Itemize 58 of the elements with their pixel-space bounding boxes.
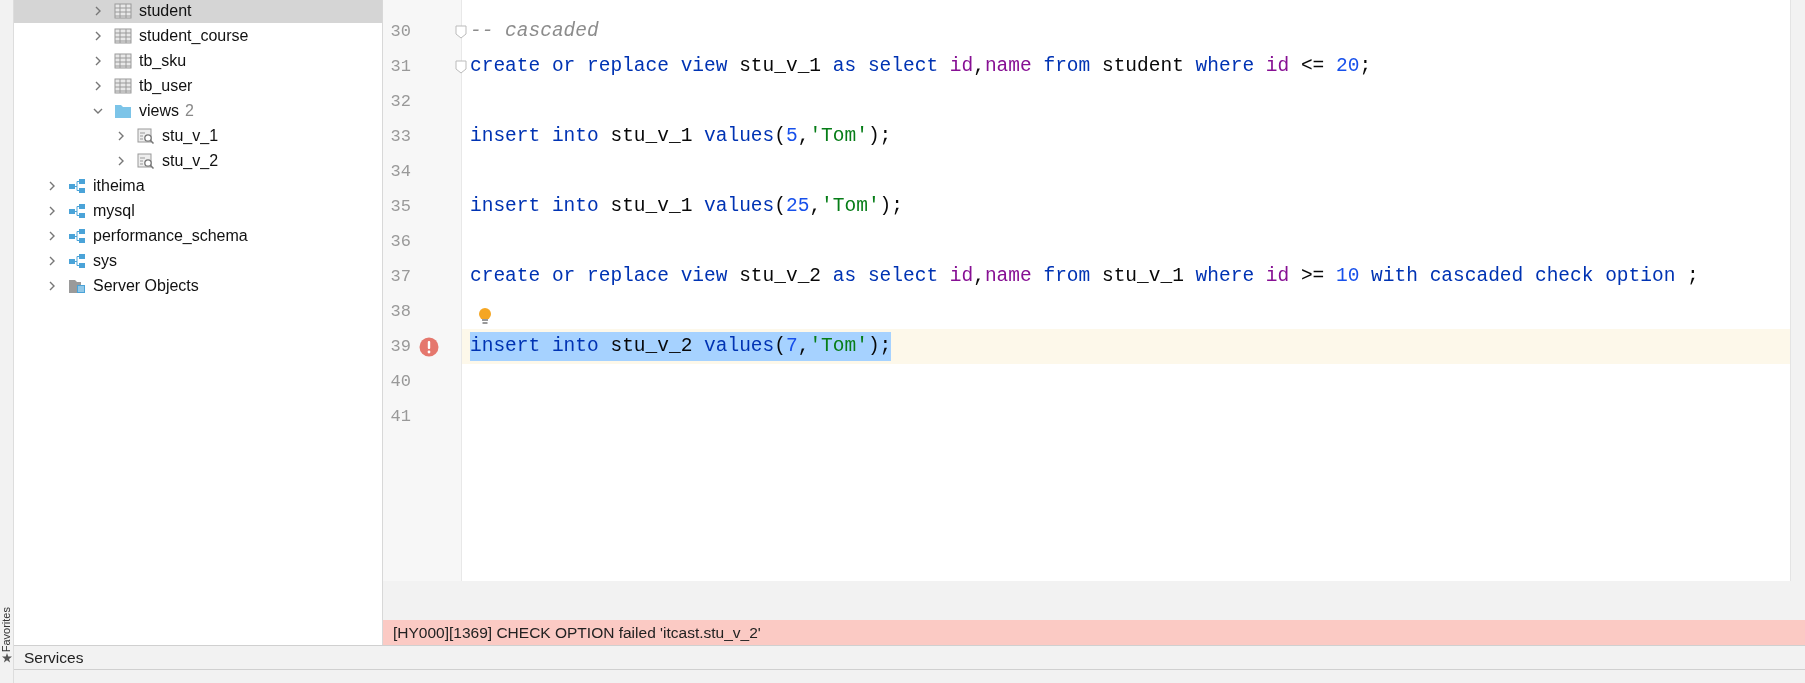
tree-item[interactable]: stu_v_1 <box>14 123 382 148</box>
tree-item[interactable]: tb_user <box>14 73 382 98</box>
tree-item[interactable]: stu_v_2 <box>14 148 382 173</box>
schema-icon <box>68 202 86 219</box>
schema-icon <box>68 252 86 269</box>
table-icon <box>114 2 132 19</box>
star-icon <box>1 653 12 663</box>
folder-icon <box>114 102 132 119</box>
tree-item-label: views <box>139 100 179 121</box>
tree-item[interactable]: performance_schema <box>14 223 382 248</box>
line-number: 40 <box>389 370 411 393</box>
server-objects-icon <box>68 277 86 294</box>
tree-item[interactable]: itheima <box>14 173 382 198</box>
code-line: insert into stu_v_1 values(5,'Tom'); <box>470 123 892 149</box>
tree-item-label: Server Objects <box>93 275 199 296</box>
tree-item[interactable]: student_course <box>14 23 382 48</box>
tree-item-label: performance_schema <box>93 225 248 246</box>
tree-item[interactable]: tb_sku <box>14 48 382 73</box>
line-number: 38 <box>389 300 411 323</box>
item-count: 2 <box>185 100 194 121</box>
line-number: 36 <box>389 230 411 253</box>
tree-item[interactable]: student <box>14 0 382 23</box>
schema-icon <box>68 227 86 244</box>
code-line: -- cascaded <box>470 18 599 44</box>
favorites-tab[interactable]: Favorites <box>0 605 13 653</box>
line-number: 32 <box>389 90 411 113</box>
tree-item-label: itheima <box>93 175 145 196</box>
line-number: 37 <box>389 265 411 288</box>
tree-item-label: tb_user <box>139 75 193 96</box>
table-icon <box>114 27 132 44</box>
tree-item[interactable]: sys <box>14 248 382 273</box>
tree-item[interactable]: views 2 <box>14 98 382 123</box>
tree-item-label: mysql <box>93 200 135 221</box>
tree-item[interactable]: mysql <box>14 198 382 223</box>
tree-item-label: stu_v_1 <box>162 125 219 146</box>
error-message: [HY000][1369] CHECK OPTION failed 'itcast.stu_v_2' <box>383 620 1805 645</box>
tree-item-label: student <box>139 0 192 21</box>
code-line: insert into stu_v_1 values(25,'Tom'); <box>470 193 903 219</box>
tree-item-label: student_course <box>139 25 249 46</box>
tree-item-label: stu_v_2 <box>162 150 219 171</box>
line-number: 39 <box>389 335 411 358</box>
schema-icon <box>68 177 86 194</box>
line-number: 41 <box>389 405 411 428</box>
code-line: create or replace view stu_v_1 as select id,name from student where id <= 20; <box>470 53 1372 79</box>
view-icon <box>137 127 155 144</box>
line-number: 35 <box>389 195 411 218</box>
table-icon <box>114 77 132 94</box>
line-number: 31 <box>389 55 411 78</box>
tree-item[interactable]: Server Objects <box>14 273 382 298</box>
tree-item-label: tb_sku <box>139 50 187 71</box>
services-title[interactable]: Services <box>24 645 84 670</box>
line-number: 30 <box>389 20 411 43</box>
line-number: 34 <box>389 160 411 183</box>
table-icon <box>114 52 132 69</box>
view-icon <box>137 152 155 169</box>
line-number: 33 <box>389 125 411 148</box>
tree-item-label: sys <box>93 250 117 271</box>
code-line: create or replace view stu_v_2 as select id,name from stu_v_1 where id >= 10 with cascaded check option ; <box>470 263 1699 289</box>
